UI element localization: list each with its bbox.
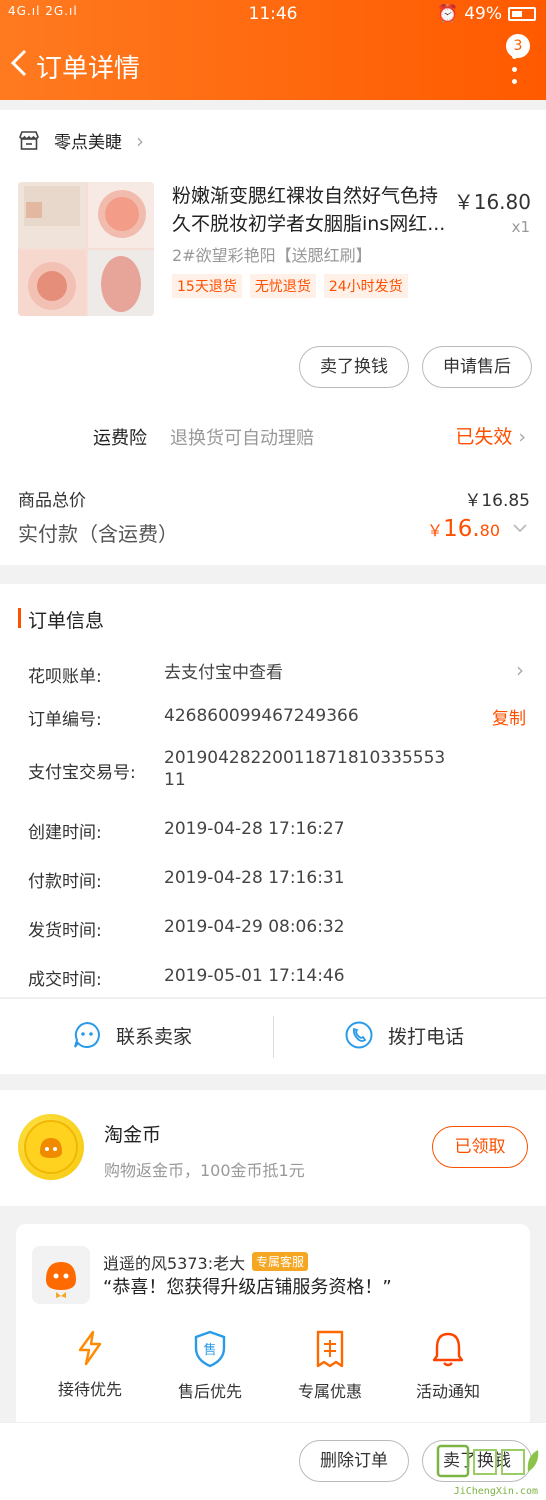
info-label-shipped: 发货时间: xyxy=(28,921,102,941)
perk-reception-priority[interactable]: 接待优先 xyxy=(40,1330,140,1400)
tag-24h-ship: 24小时发货 xyxy=(323,274,408,298)
perk-aftersale-priority[interactable]: 售 售后优先 xyxy=(160,1330,260,1402)
service-avatar[interactable] xyxy=(32,1246,90,1304)
chevron-right-icon: › xyxy=(516,658,524,682)
info-value-alipay-no: 20190428220011871810335553 11 xyxy=(164,748,446,790)
paid-label: 实付款（含运费） xyxy=(18,522,178,546)
perk-label: 活动通知 xyxy=(415,1382,480,1401)
service-message: “恭喜！您获得升级店铺服务资格！” xyxy=(103,1277,392,1298)
perk-exclusive-discount[interactable]: 专属优惠 xyxy=(280,1330,380,1402)
bell-icon xyxy=(432,1332,464,1367)
copy-button[interactable]: 复制 xyxy=(492,704,526,729)
status-right: ⏰ 49% xyxy=(437,4,536,24)
paid-amount: ￥16.80 xyxy=(427,516,500,542)
paid-decimal: 80 xyxy=(479,521,500,540)
delete-order-button[interactable]: 删除订单 xyxy=(299,1440,409,1482)
store-icon xyxy=(19,130,39,150)
info-value-order-no: 426860099467249366 xyxy=(164,706,359,726)
coupon-icon xyxy=(316,1330,344,1368)
chevron-right-icon: › xyxy=(518,426,526,448)
insurance-status-link[interactable]: 已失效 › xyxy=(455,422,526,449)
svg-text:售: 售 xyxy=(203,1342,216,1358)
status-time: 11:46 xyxy=(248,4,298,24)
info-value-shipped: 2019-04-29 08:06:32 xyxy=(164,917,345,937)
alarm-icon: ⏰ xyxy=(437,4,459,24)
chat-bubble-icon xyxy=(74,1021,100,1048)
product-sku: 2#欲望彩艳阳【送腮红刷】 xyxy=(172,246,372,265)
paid-integer: 16. xyxy=(443,516,480,542)
coin-title: 淘金币 xyxy=(104,1124,162,1146)
info-label-paid: 付款时间: xyxy=(28,872,102,892)
status-bar: 4G.ıl 2G.ıl 11:46 ⏰ 49% xyxy=(0,4,546,26)
info-label-completed: 成交时间: xyxy=(28,970,102,990)
chevron-right-icon: › xyxy=(136,128,144,153)
order-info-title: 订单信息 xyxy=(28,610,105,632)
call-phone-button[interactable]: 拨打电话 xyxy=(344,1020,464,1050)
shield-icon: 售 xyxy=(194,1330,226,1368)
product-price: ￥16.80 xyxy=(453,190,531,214)
goods-total-value: ￥16.85 xyxy=(464,491,530,511)
currency-symbol: ￥ xyxy=(427,521,444,540)
info-value-completed: 2019-05-01 17:14:46 xyxy=(164,966,345,986)
contact-seller-button[interactable]: 联系卖家 xyxy=(72,1020,192,1050)
chevron-down-icon[interactable] xyxy=(512,520,528,536)
info-label-huabei: 花呗账单: xyxy=(28,667,102,687)
message-count-badge: 3 xyxy=(506,34,530,58)
product-quantity: x1 xyxy=(511,218,530,236)
tag-worry-free: 无忧退货 xyxy=(249,274,316,298)
sell-exchange-button[interactable]: 卖了换钱 xyxy=(299,346,409,388)
perk-activity-notice[interactable]: 活动通知 xyxy=(398,1330,498,1402)
goods-total-label: 商品总价 xyxy=(18,491,86,511)
app-header: 4G.ıl 2G.ıl 11:46 ⏰ 49% 订单详情 3 xyxy=(0,0,546,100)
info-value-huabei[interactable]: 去支付宝中查看 xyxy=(164,662,454,684)
tag-return-15d: 15天退货 xyxy=(172,274,242,298)
product-tags: 15天退货 无忧退货 24小时发货 xyxy=(172,274,408,298)
info-label-alipay-no: 支付宝交易号: xyxy=(28,763,136,783)
section-accent-bar xyxy=(18,608,21,628)
more-menu-icon[interactable] xyxy=(508,54,520,84)
after-sale-button[interactable]: 申请售后 xyxy=(422,346,532,388)
phone-icon xyxy=(345,1021,373,1049)
watermark-text: JiChengXin.com xyxy=(453,1486,538,1497)
coin-claimed-button[interactable]: 已领取 xyxy=(432,1126,528,1168)
coin-desc: 购物返金币，100金币抵1元 xyxy=(104,1161,305,1180)
battery-level: 49% xyxy=(464,4,502,24)
perk-label: 专属优惠 xyxy=(297,1382,362,1401)
info-label-order-no: 订单编号: xyxy=(28,710,102,730)
info-value-paid: 2019-04-28 17:16:31 xyxy=(164,868,345,888)
contact-seller-label: 联系卖家 xyxy=(116,1025,193,1048)
gold-coin-icon xyxy=(18,1114,84,1180)
exclusive-service-badge: 专属客服 xyxy=(252,1252,309,1271)
insurance-label: 运费险 xyxy=(93,428,147,449)
insurance-status: 已失效 xyxy=(455,426,513,448)
shop-name: 零点美睫 xyxy=(54,133,122,153)
signal-indicator: 4G.ıl 2G.ıl xyxy=(8,4,78,18)
battery-icon xyxy=(508,7,536,21)
info-value-created: 2019-04-28 17:16:27 xyxy=(164,819,345,839)
page-title: 订单详情 xyxy=(36,54,141,84)
product-thumbnail[interactable] xyxy=(18,182,154,316)
product-title[interactable]: 粉嫩渐变腮红裸妆自然好气色持久不脱妆初学者女胭脂ins网红... xyxy=(172,182,454,238)
info-label-created: 创建时间: xyxy=(28,823,102,843)
back-arrow-icon[interactable] xyxy=(8,48,30,78)
service-name: 逍遥的风5373:老大 xyxy=(103,1254,246,1273)
perk-label: 售后优先 xyxy=(177,1382,242,1401)
call-phone-label: 拨打电话 xyxy=(388,1025,465,1048)
divider xyxy=(273,1016,274,1058)
lightning-icon xyxy=(78,1330,102,1366)
perk-label: 接待优先 xyxy=(57,1380,122,1399)
shop-link[interactable]: 零点美睫 › xyxy=(18,128,144,153)
insurance-desc: 退换货可自动理赔 xyxy=(170,428,314,449)
